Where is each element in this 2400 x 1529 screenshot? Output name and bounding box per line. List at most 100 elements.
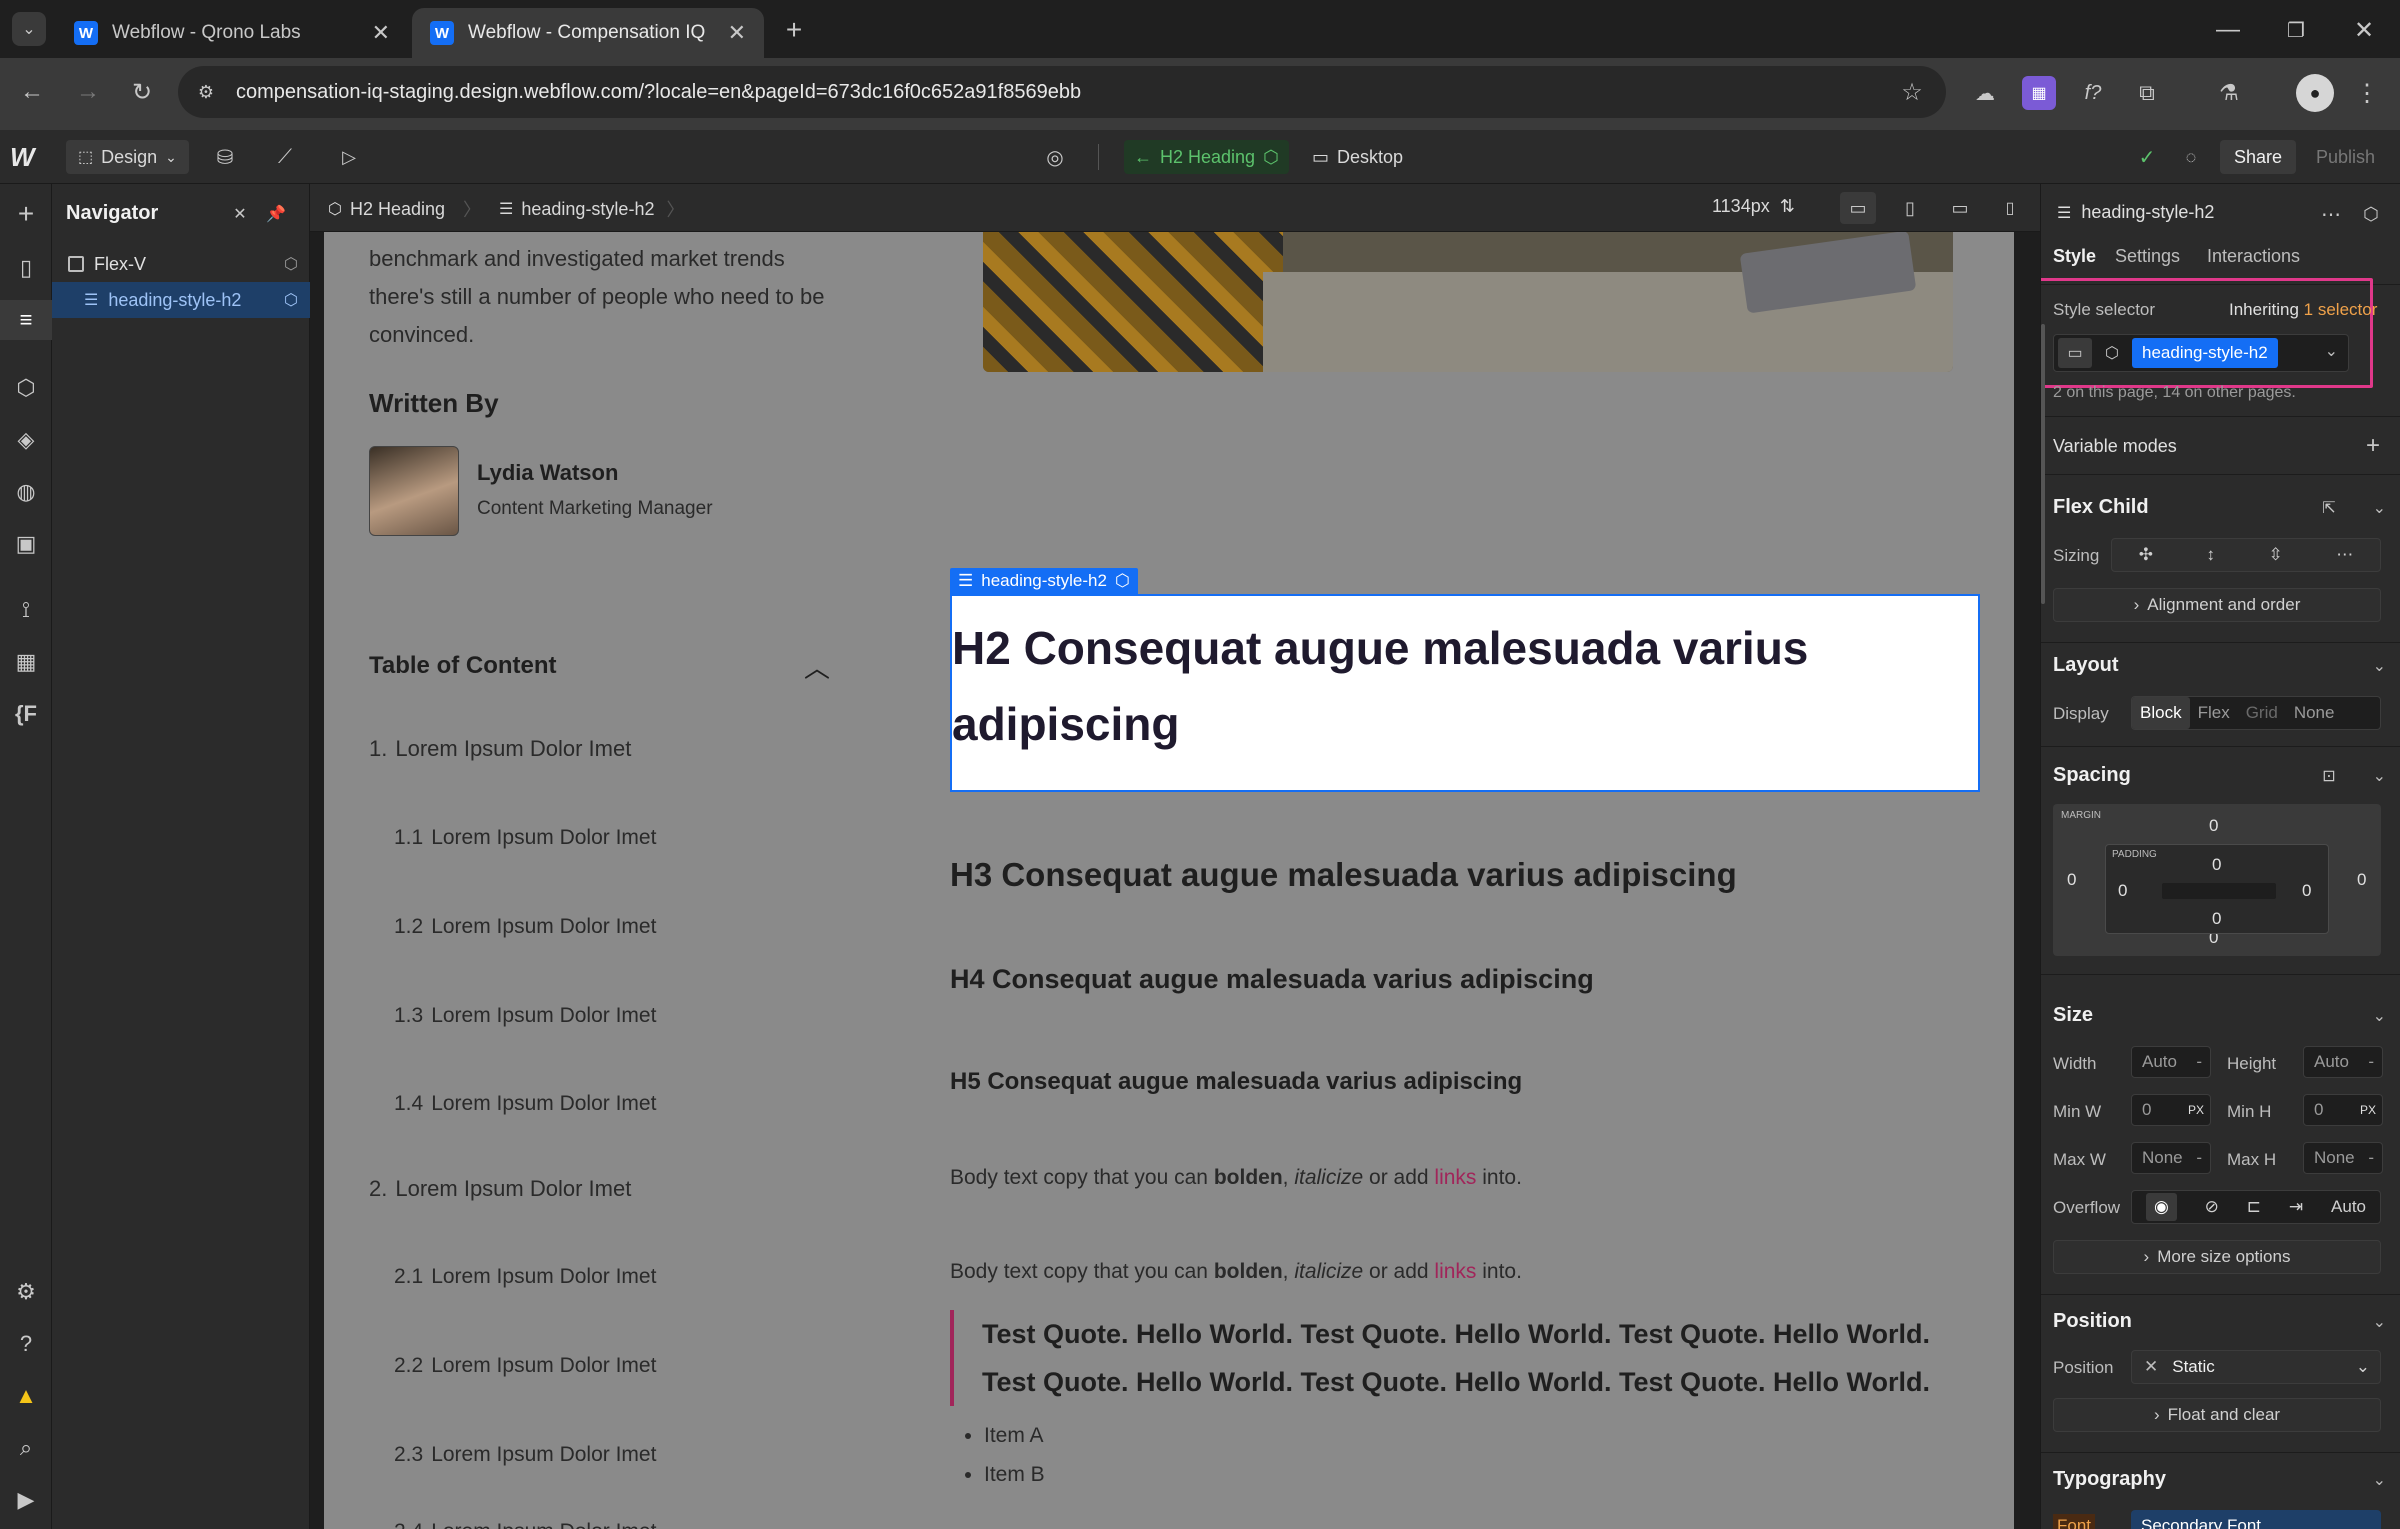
max-height-input[interactable]: None -	[2303, 1142, 2383, 1174]
min-height-input[interactable]: 0 PX	[2303, 1094, 2383, 1126]
publish-button[interactable]: Publish	[2304, 140, 2387, 174]
more-options-icon[interactable]: ⋯	[2317, 200, 2345, 228]
mobile-landscape-icon[interactable]: ▭	[1944, 192, 1976, 224]
author-name[interactable]: Lydia Watson	[477, 460, 618, 486]
styles-icon[interactable]: ◈	[0, 420, 52, 460]
size-title[interactable]: Size	[2053, 1004, 2093, 1027]
written-by-heading[interactable]: Written By	[369, 388, 499, 419]
chevron-down-icon[interactable]: ⌄	[2373, 1312, 2386, 1332]
font-select[interactable]: Secondary Font	[2131, 1510, 2381, 1529]
navigator-item-heading[interactable]: ☰ heading-style-h2 ⬡	[52, 282, 310, 318]
component-icon[interactable]: ⬡	[2098, 338, 2126, 368]
position-select[interactable]: ✕ Static ⌄	[2131, 1350, 2381, 1384]
restore-window-icon[interactable]: ❐	[2278, 12, 2314, 48]
bullet-list[interactable]: Item A Item B	[984, 1416, 1045, 1494]
canvas-width-readout[interactable]: 1134px ⇅	[1712, 196, 1795, 217]
toc-item[interactable]: 1.2 Lorem Ipsum Dolor Imet	[394, 915, 656, 939]
breadcrumb-item-h2[interactable]: H2 Heading	[350, 199, 445, 220]
height-input[interactable]: Auto -	[2303, 1046, 2383, 1078]
body-link[interactable]: links	[1434, 1166, 1476, 1189]
chevron-down-icon[interactable]: ⌄	[2373, 1470, 2386, 1490]
margin-right-value[interactable]: 0	[2357, 870, 2366, 890]
tab-settings[interactable]: Settings	[2115, 246, 2180, 267]
toc-item[interactable]: 1.3 Lorem Ipsum Dolor Imet	[394, 1004, 656, 1028]
hero-image[interactable]	[983, 232, 1953, 372]
unit-dropdown-icon[interactable]: -	[2368, 1052, 2374, 1072]
width-input[interactable]: Auto -	[2131, 1046, 2211, 1078]
padding-right-value[interactable]: 0	[2302, 881, 2311, 901]
max-width-input[interactable]: None -	[2131, 1142, 2211, 1174]
close-window-icon[interactable]: ✕	[2346, 12, 2382, 48]
search-icon[interactable]: ⌕	[0, 1428, 52, 1468]
spacing-title[interactable]: Spacing	[2053, 764, 2131, 787]
extension-grid-icon[interactable]: ▦	[2022, 76, 2056, 110]
min-width-input[interactable]: 0 PX	[2131, 1094, 2211, 1126]
bookmark-star-icon[interactable]: ☆	[1896, 76, 1928, 108]
profile-avatar[interactable]: ●	[2296, 74, 2334, 112]
sizing-shrink-icon[interactable]: ✣	[2139, 545, 2153, 565]
mode-dropdown[interactable]: ⬚ Design ⌄	[66, 140, 189, 174]
display-none-option[interactable]: None	[2286, 697, 2343, 729]
toc-item[interactable]: 1.1 Lorem Ipsum Dolor Imet	[394, 826, 656, 850]
toc-collapse-chevron-icon[interactable]: ︿	[804, 648, 830, 685]
components-icon[interactable]: ⬡	[0, 368, 52, 408]
toc-item[interactable]: 1.4 Lorem Ipsum Dolor Imet	[394, 1092, 656, 1116]
overflow-visible-icon[interactable]: ◉	[2145, 1193, 2177, 1221]
add-element-icon[interactable]: +	[0, 194, 52, 234]
new-tab-icon[interactable]: +	[776, 12, 812, 48]
selected-element-badge[interactable]: ← H2 Heading ⬡	[1124, 140, 1289, 174]
selection-label-badge[interactable]: ☰ heading-style-h2 ⬡	[950, 568, 1138, 594]
browser-tab-compensation[interactable]: W Webflow - Compensation IQ ✕	[412, 8, 764, 58]
overflow-hidden-icon[interactable]: ⊘	[2205, 1197, 2219, 1217]
settings-gear-icon[interactable]: ⚙	[0, 1272, 52, 1312]
body-paragraph[interactable]: Body text copy that you can bolden, ital…	[950, 1166, 1522, 1190]
breakpoint-selector[interactable]: ▭ Desktop	[1312, 140, 1403, 174]
toc-item[interactable]: 2.3 Lorem Ipsum Dolor Imet	[394, 1443, 656, 1467]
site-info-icon[interactable]: ⚙	[192, 78, 220, 106]
close-tab-icon[interactable]: ✕	[728, 20, 746, 46]
tab-search-icon[interactable]: ⌄	[12, 12, 46, 46]
chevron-down-icon[interactable]: ⌄	[2373, 766, 2386, 786]
author-role[interactable]: Content Marketing Manager	[477, 498, 713, 520]
toc-item[interactable]: 2.2 Lorem Ipsum Dolor Imet	[394, 1354, 656, 1378]
close-tab-icon[interactable]: ✕	[372, 20, 390, 46]
webflow-logo-icon[interactable]: W	[10, 142, 35, 173]
cloud-extension-icon[interactable]: ☁	[1968, 76, 2002, 110]
share-button[interactable]: Share	[2220, 140, 2297, 174]
panel-scrollbar[interactable]	[2041, 324, 2045, 604]
sizing-none-icon[interactable]: ⇳	[2269, 545, 2283, 565]
unit-dropdown-icon[interactable]: -	[2196, 1148, 2202, 1168]
pages-icon[interactable]: ▯	[0, 248, 52, 288]
margin-top-value[interactable]: 0	[2209, 816, 2218, 836]
parent-link-icon[interactable]: ⇱	[2317, 496, 2341, 520]
selector-field[interactable]: ▭ ⬡ heading-style-h2 ⌄	[2053, 334, 2349, 372]
padding-left-value[interactable]: 0	[2118, 881, 2127, 901]
help-icon[interactable]: ?	[0, 1324, 52, 1364]
spacing-preset-icon[interactable]: ⊡	[2317, 764, 2341, 788]
toc-title[interactable]: Table of Content	[369, 652, 557, 680]
locale-globe-icon[interactable]: ◎	[1040, 142, 1070, 172]
unit-dropdown-icon[interactable]: -	[2196, 1052, 2202, 1072]
logic-icon[interactable]: ⟟	[0, 590, 52, 630]
typography-title[interactable]: Typography	[2053, 1468, 2166, 1491]
sizing-grow-icon[interactable]: ↕	[2207, 545, 2216, 565]
browser-tab-qrono[interactable]: W Webflow - Qrono Labs ✕	[56, 8, 408, 58]
margin-left-value[interactable]: 0	[2067, 870, 2076, 890]
unit-dropdown-icon[interactable]: -	[2368, 1148, 2374, 1168]
padding-box[interactable]: PADDING 0 0 0 0	[2105, 844, 2329, 934]
author-avatar[interactable]	[369, 446, 459, 536]
display-grid-option[interactable]: Grid	[2238, 697, 2286, 729]
overflow-auto-option[interactable]: Auto	[2331, 1197, 2366, 1217]
collapse-all-icon[interactable]: ✕	[228, 202, 252, 226]
comments-icon[interactable]: ◌	[2176, 142, 2206, 172]
chevron-down-icon[interactable]: ⌄	[2373, 498, 2386, 518]
selected-h2-heading[interactable]: H2 Consequat augue malesuada varius adip…	[950, 594, 1980, 792]
overflow-scroll-icon[interactable]: ⊏	[2247, 1197, 2261, 1217]
page-preview[interactable]: benchmark and investigated market trends…	[324, 232, 2014, 1529]
tab-interactions[interactable]: Interactions	[2207, 246, 2300, 267]
h5-heading[interactable]: H5 Consequat augue malesuada varius adip…	[950, 1068, 1522, 1096]
breadcrumb-item-class[interactable]: heading-style-h2	[521, 199, 654, 220]
unit-label[interactable]: PX	[2188, 1103, 2204, 1117]
position-title[interactable]: Position	[2053, 1310, 2132, 1333]
forward-icon[interactable]: →	[70, 74, 106, 110]
